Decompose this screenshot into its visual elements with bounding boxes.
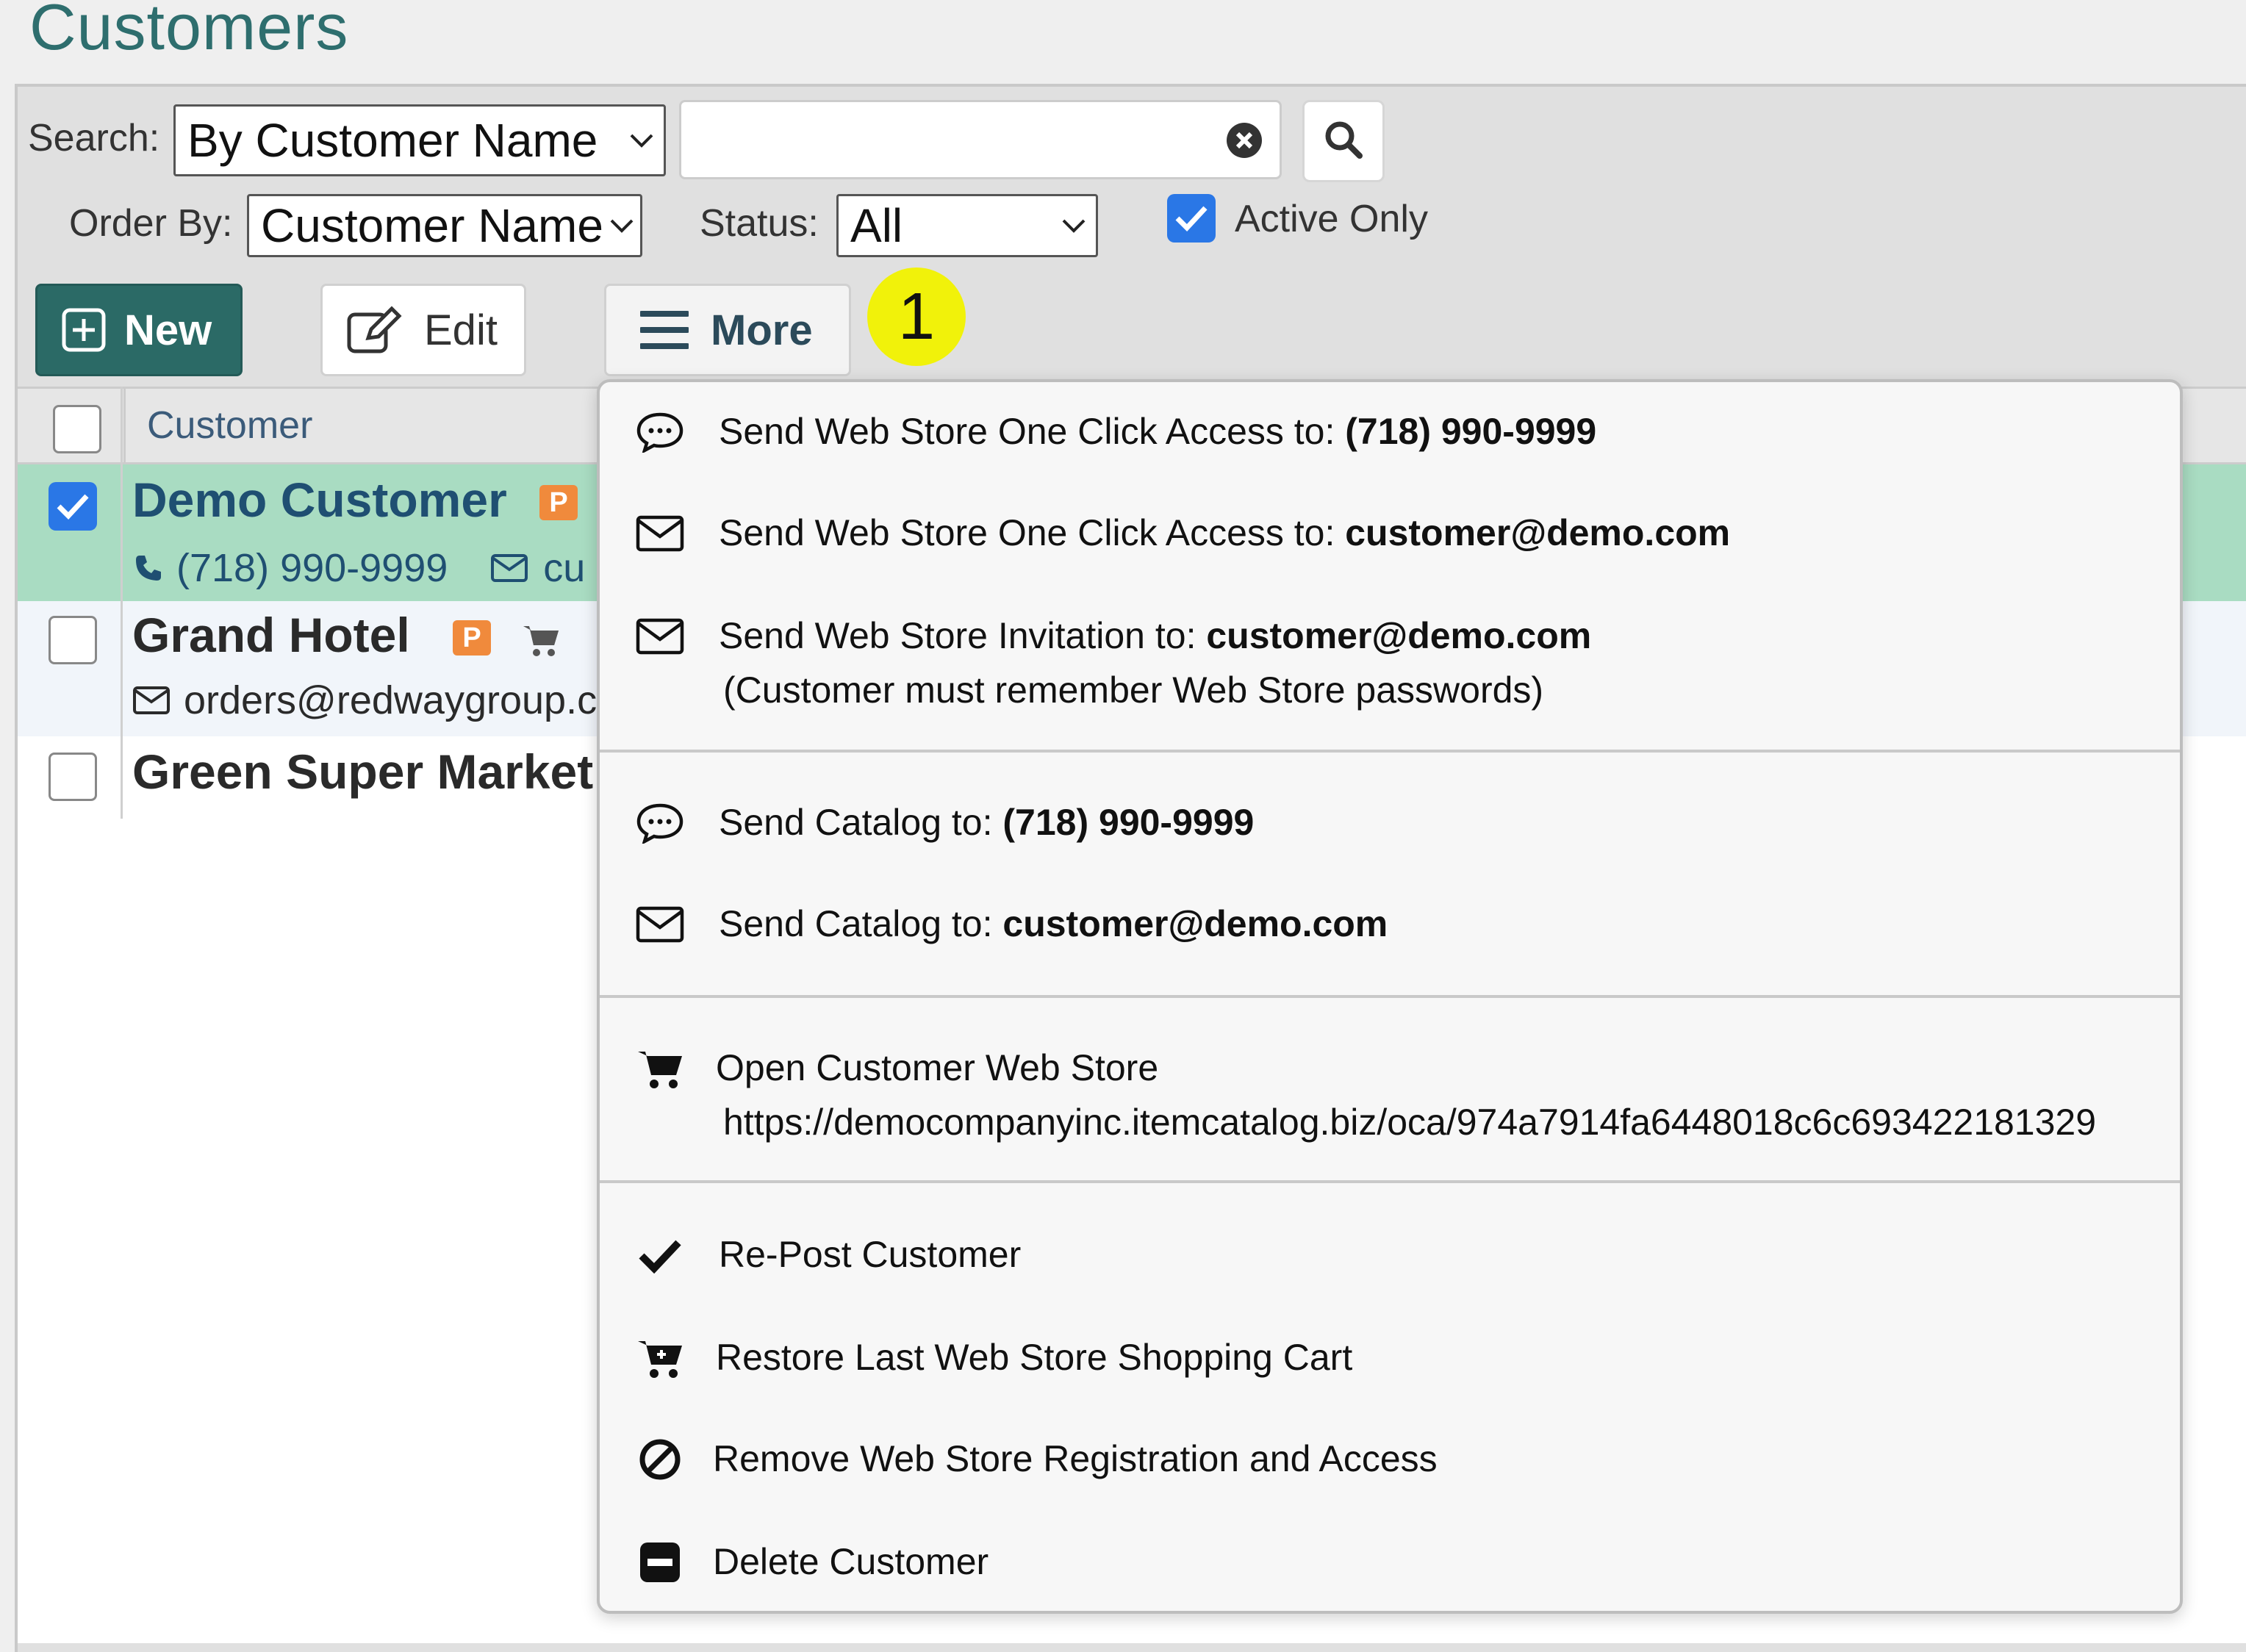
status-select[interactable]: All [836,194,1098,257]
customer-contact: orders@redwaygroup.c [132,678,597,723]
envelope-icon [631,504,689,563]
more-button[interactable]: More [604,284,851,376]
envelope-icon [490,553,528,583]
new-button[interactable]: New [35,284,243,376]
chat-bubble-icon [631,794,689,852]
chat-bubble-icon [631,403,689,462]
search-by-select[interactable]: By Customer Name [173,104,666,176]
menu-item-remove-registration[interactable]: Remove Web Store Registration and Access [600,1427,2180,1493]
ban-icon [631,1430,689,1489]
select-all-checkbox[interactable] [53,405,101,453]
customer-name[interactable]: Grand Hotel [132,607,410,663]
checkmark-icon [631,1226,689,1285]
p-badge: P [539,485,578,520]
p-badge: P [453,620,491,656]
customer-email: cu [543,546,586,590]
search-icon [1323,119,1364,164]
envelope-icon [631,895,689,954]
active-only-label[interactable]: Active Only [1235,197,1428,241]
minus-square-icon [631,1533,689,1592]
web-store-url: https://democompanyinc.itemcatalog.biz/o… [723,1102,2097,1143]
order-by-label: Order By: [69,202,233,245]
order-by-value: Customer Name [261,199,603,252]
menu-item-send-catalog-phone[interactable]: Send Catalog to: (718) 990-9999 [600,791,2180,857]
menu-item-label: Send Web Store Invitation to: customer@d… [719,615,1592,656]
edit-button-label: Edit [424,306,498,354]
customer-name[interactable]: Demo Customer [132,472,507,528]
chevron-down-icon [620,118,664,162]
header-divider [123,389,126,462]
clear-icon[interactable] [1225,121,1263,163]
order-by-select[interactable]: Customer Name [247,194,642,257]
customer-contact: (718) 990-9999 cu [134,545,585,591]
hamburger-icon [640,309,689,351]
menu-item-label: Send Web Store One Click Access to: cust… [719,512,1731,553]
envelope-icon [631,607,689,666]
menu-separator [600,995,2180,998]
menu-item-send-access-email[interactable]: Send Web Store One Click Access to: cust… [600,501,2180,567]
new-button-label: New [124,306,212,354]
menu-item-label: Send Web Store One Click Access to: (718… [719,411,1597,452]
menu-item-note: (Customer must remember Web Store passwo… [723,669,1544,711]
page-title: Customers [29,0,349,63]
plus-square-icon [61,307,107,353]
chevron-down-icon [603,204,640,248]
customer-email: orders@redwaygroup.c [184,678,598,722]
row-checkbox[interactable] [49,616,97,664]
envelope-icon [132,686,171,715]
menu-item-send-access-phone[interactable]: Send Web Store One Click Access to: (718… [600,400,2180,466]
cart-restore-icon [631,1329,689,1387]
menu-item-delete-customer[interactable]: Delete Customer [600,1530,2180,1596]
menu-item-restore-cart[interactable]: Restore Last Web Store Shopping Cart [600,1326,2180,1392]
cart-icon [631,1039,689,1098]
chevron-down-icon [1052,204,1096,248]
status-label: Status: [700,202,819,245]
row-checkbox[interactable] [49,482,97,531]
menu-item-open-web-store[interactable]: Open Customer Web Store https://democomp… [600,1036,2180,1161]
callout-badge: 1 [867,267,966,366]
menu-item-label: Remove Web Store Registration and Access [713,1438,1438,1479]
edit-button[interactable]: Edit [320,284,526,376]
search-input[interactable] [679,100,1282,179]
search-button[interactable] [1302,100,1385,182]
menu-item-label: Send Catalog to: (718) 990-9999 [719,802,1255,843]
customer-column-header[interactable]: Customer [147,403,312,448]
menu-item-repost-customer[interactable]: Re-Post Customer [600,1223,2180,1289]
customer-name[interactable]: Green Super Market [132,744,593,800]
customer-phone: (718) 990-9999 [176,546,448,590]
menu-separator [600,1180,2180,1183]
active-only-checkbox[interactable] [1167,194,1216,243]
search-by-value: By Customer Name [187,114,598,167]
column-divider [121,387,123,819]
cart-icon [522,623,560,661]
menu-item-label: Restore Last Web Store Shopping Cart [716,1337,1353,1378]
menu-item-send-invitation[interactable]: Send Web Store Invitation to: customer@d… [600,604,2180,729]
more-button-label: More [711,306,813,354]
phone-icon [134,553,163,583]
menu-item-label: Open Customer Web Store [716,1047,1159,1088]
menu-item-label: Delete Customer [713,1541,989,1582]
menu-item-label: Re-Post Customer [719,1234,1022,1275]
search-label: Search: [28,117,160,159]
more-menu: Send Web Store One Click Access to: (718… [597,379,2183,1614]
edit-icon [346,306,402,354]
menu-item-send-catalog-email[interactable]: Send Catalog to: customer@demo.com [600,892,2180,958]
status-value: All [850,199,903,252]
menu-item-label: Send Catalog to: customer@demo.com [719,903,1388,944]
menu-separator [600,750,2180,753]
row-checkbox[interactable] [49,753,97,801]
